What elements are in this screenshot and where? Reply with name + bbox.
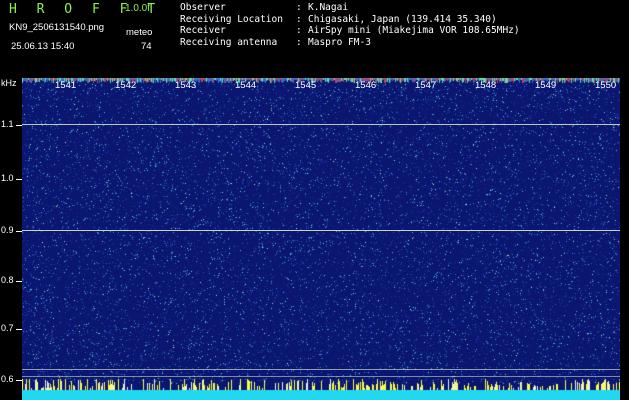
info-row-receiver: Receiver: AirSpy mini (Miakejima VOR 108.… bbox=[180, 25, 520, 36]
y-tick-label: 0.6 bbox=[1, 374, 14, 384]
time-label: 1543 bbox=[175, 80, 197, 91]
datetime-label: 25.06.13 15:40 bbox=[11, 41, 75, 52]
time-label: 1548 bbox=[475, 80, 497, 91]
spectrogram-plot: 1541 1542 1543 1544 1545 1546 1547 1548 … bbox=[22, 78, 620, 400]
y-tick-label: 1.1 bbox=[1, 119, 14, 129]
time-label: 1545 bbox=[295, 80, 317, 91]
filename-label: KN9_2506131540.png bbox=[9, 22, 105, 33]
info-row-antenna: Receiving antenna: Maspro FM-3 bbox=[180, 36, 371, 48]
meteor-count-label: meteo bbox=[126, 27, 153, 38]
time-label: 1550 bbox=[595, 80, 617, 91]
meteor-count-value: 74 bbox=[141, 41, 152, 52]
carrier-line bbox=[22, 230, 620, 231]
carrier-line bbox=[22, 369, 620, 370]
carrier-line bbox=[22, 124, 620, 125]
carrier-line bbox=[22, 376, 620, 377]
time-label: 1542 bbox=[115, 80, 137, 91]
info-row-location: Receiving Location: Chigasaki, Japan (139… bbox=[180, 13, 497, 25]
y-tick-label: 0.9 bbox=[1, 225, 14, 235]
right-border bbox=[620, 78, 629, 400]
y-tick-label: 0.8 bbox=[1, 275, 14, 285]
spectrogram-noise bbox=[22, 78, 620, 400]
observation-info: Observer: K.Nagai Receiving Location: Chig… bbox=[180, 2, 520, 48]
version-label: 1.0.0f bbox=[125, 3, 151, 14]
info-row-observer: Observer: K.Nagai bbox=[180, 2, 349, 13]
time-label: 1547 bbox=[415, 80, 437, 91]
y-tick-label: 1.0 bbox=[1, 173, 14, 183]
axis-unit-label: kHz bbox=[1, 78, 17, 88]
frequency-axis: kHz 1.1 1.0 0.9 0.8 0.7 0.6 bbox=[0, 78, 22, 400]
time-label: 1544 bbox=[235, 80, 257, 91]
time-label: 1546 bbox=[355, 80, 377, 91]
header-panel: H R O F F T 1.0.0f KN9_2506131540.png me… bbox=[0, 0, 629, 78]
y-tick-label: 0.7 bbox=[1, 323, 14, 333]
time-label: 1549 bbox=[535, 80, 557, 91]
time-label: 1541 bbox=[55, 80, 77, 91]
